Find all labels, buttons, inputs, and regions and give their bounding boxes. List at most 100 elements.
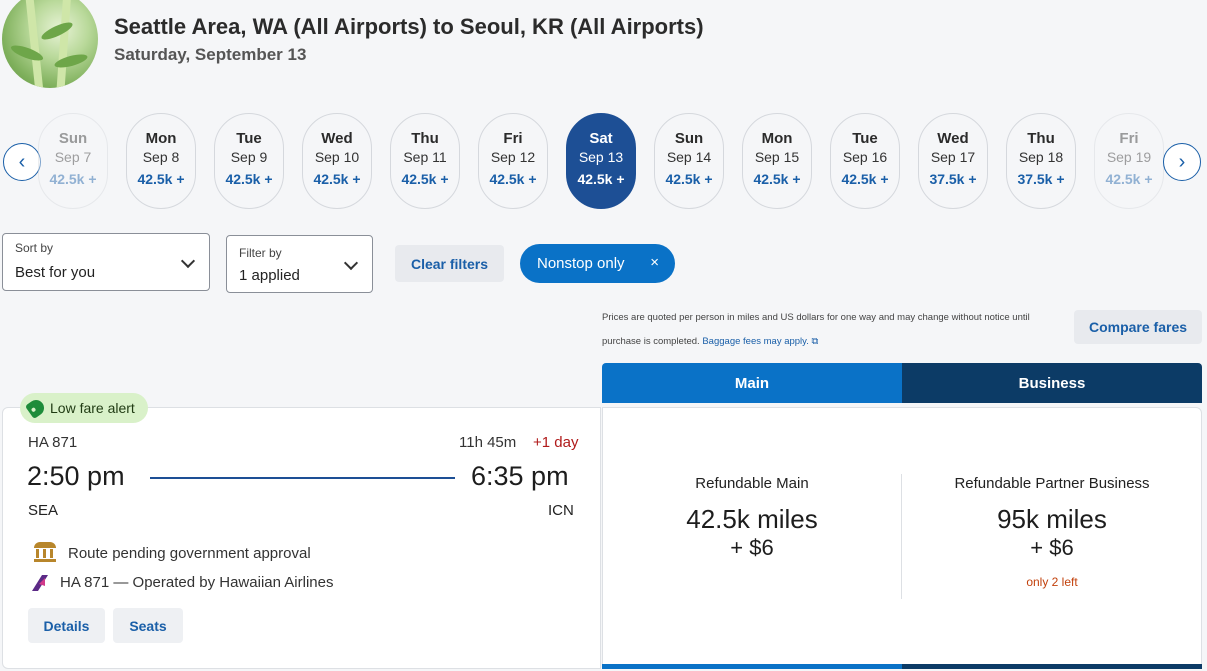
day-date: Sep 13: [578, 149, 624, 165]
business-fare-option[interactable]: Refundable Partner Business 95k miles + …: [902, 475, 1202, 589]
operated-by-text: HA 871 — Operated by Hawaiian Airlines: [60, 574, 334, 591]
day-of-week: Sun: [674, 130, 704, 147]
day-price: 42.5k +: [225, 171, 273, 187]
pending-approval-note: Route pending government approval: [68, 545, 311, 562]
price-disclaimer: Prices are quoted per person in miles an…: [602, 306, 1062, 354]
day-price: 42.5k +: [841, 171, 889, 187]
chevron-right-icon[interactable]: ›: [1163, 143, 1201, 181]
day-of-week: Wed: [937, 130, 969, 147]
fare-cash: + $6: [1030, 535, 1074, 560]
day-of-week: Sat: [589, 130, 613, 147]
route-title: Seattle Area, WA (All Airports) to Seoul…: [114, 14, 704, 39]
fare-name: Refundable Main: [695, 475, 809, 492]
day-price: 42.5k +: [1105, 171, 1153, 187]
destination-thumbnail: [2, 0, 98, 88]
day-date: Sep 19: [1106, 149, 1152, 165]
seats-button[interactable]: Seats: [113, 608, 183, 643]
date-option[interactable]: Fri Sep 12 42.5k +: [478, 113, 548, 209]
fare-miles: 95k miles: [997, 504, 1107, 534]
day-price: 42.5k +: [49, 171, 97, 187]
date-option[interactable]: Tue Sep 9 42.5k +: [214, 113, 284, 209]
day-price: 42.5k +: [489, 171, 537, 187]
government-building-icon: [34, 542, 56, 562]
sort-value: Best for you: [15, 264, 96, 281]
day-date: Sep 7: [54, 149, 92, 165]
day-of-week: Mon: [145, 130, 177, 147]
route-date: Saturday, September 13: [114, 45, 307, 64]
filter-dropdown[interactable]: Filter by 1 applied: [226, 235, 373, 293]
external-link-icon: ⧉: [811, 336, 819, 347]
day-of-week: Thu: [411, 130, 439, 147]
day-of-week: Tue: [236, 130, 262, 147]
hawaiian-airlines-logo-icon: [32, 575, 48, 591]
chevron-left-icon[interactable]: ‹: [3, 143, 41, 181]
day-of-week: Sun: [58, 130, 88, 147]
day-price: 42.5k +: [313, 171, 361, 187]
main-fare-bar: [602, 664, 902, 669]
day-price: 42.5k +: [137, 171, 185, 187]
price-tag-icon: [24, 396, 48, 420]
clear-filters-button[interactable]: Clear filters: [395, 245, 504, 282]
chip-label: Nonstop only: [537, 255, 625, 272]
details-button[interactable]: Details: [28, 608, 105, 643]
tab-business[interactable]: Business: [902, 363, 1202, 403]
fare-miles: 42.5k miles: [686, 504, 818, 534]
day-of-week: Fri: [503, 130, 523, 147]
day-date: Sep 17: [930, 149, 976, 165]
sort-dropdown[interactable]: Sort by Best for you: [2, 233, 210, 291]
baggage-fees-link[interactable]: Baggage fees may apply.: [702, 336, 809, 347]
departure-time: 2:50 pm: [27, 461, 125, 491]
arrival-airport: ICN: [548, 502, 574, 519]
day-price: 42.5k +: [753, 171, 801, 187]
compare-fares-button[interactable]: Compare fares: [1074, 310, 1202, 344]
arrival-time: 6:35 pm: [471, 461, 569, 491]
day-date: Sep 12: [490, 149, 536, 165]
tab-main[interactable]: Main: [602, 363, 902, 403]
day-date: Sep 14: [666, 149, 712, 165]
fare-name: Refundable Partner Business: [954, 475, 1150, 492]
day-of-week: Fri: [1119, 130, 1139, 147]
day-date: Sep 16: [842, 149, 888, 165]
date-option[interactable]: Mon Sep 8 42.5k +: [126, 113, 196, 209]
day-of-week: Thu: [1027, 130, 1055, 147]
close-icon[interactable]: ×: [650, 254, 659, 271]
day-of-week: Wed: [321, 130, 353, 147]
plus-day-indicator: +1 day: [533, 434, 579, 451]
day-date: Sep 10: [314, 149, 360, 165]
flight-duration: 11h 45m: [459, 434, 517, 451]
flight-number: HA 871: [28, 434, 78, 451]
date-option[interactable]: Thu Sep 18 37.5k +: [1006, 113, 1076, 209]
date-option[interactable]: Mon Sep 15 42.5k +: [742, 113, 812, 209]
filter-label: Filter by: [239, 246, 282, 260]
date-option[interactable]: Fri Sep 19 42.5k +: [1094, 113, 1164, 209]
sort-label: Sort by: [15, 241, 54, 255]
day-of-week: Mon: [761, 130, 793, 147]
date-option[interactable]: Sun Sep 7 42.5k +: [38, 113, 108, 209]
date-option[interactable]: Tue Sep 16 42.5k +: [830, 113, 900, 209]
date-option[interactable]: Wed Sep 10 42.5k +: [302, 113, 372, 209]
date-option[interactable]: Wed Sep 17 37.5k +: [918, 113, 988, 209]
day-price: 37.5k +: [929, 171, 977, 187]
day-date: Sep 18: [1018, 149, 1064, 165]
nonstop-filter-chip[interactable]: Nonstop only ×: [520, 244, 675, 283]
date-option[interactable]: Sat Sep 13 42.5k +: [566, 113, 636, 209]
date-option[interactable]: Sun Sep 14 42.5k +: [654, 113, 724, 209]
route-line: [150, 477, 455, 479]
chevron-down-icon: [180, 253, 196, 269]
day-date: Sep 11: [403, 149, 447, 165]
day-price: 37.5k +: [1017, 171, 1065, 187]
day-date: Sep 8: [142, 149, 180, 165]
seats-left-warning: only 2 left: [1026, 575, 1078, 589]
badge-label: Low fare alert: [50, 400, 135, 416]
day-price: 42.5k +: [577, 171, 625, 187]
business-fare-bar: [902, 664, 1202, 669]
day-of-week: Tue: [852, 130, 878, 147]
main-fare-option[interactable]: Refundable Main 42.5k miles + $6: [602, 475, 902, 561]
chevron-down-icon: [343, 255, 359, 271]
day-date: Sep 15: [754, 149, 800, 165]
fare-cash: + $6: [730, 535, 774, 560]
day-price: 42.5k +: [665, 171, 713, 187]
date-option[interactable]: Thu Sep 11 42.5k +: [390, 113, 460, 209]
departure-airport: SEA: [28, 502, 59, 519]
filter-value: 1 applied: [239, 267, 300, 284]
